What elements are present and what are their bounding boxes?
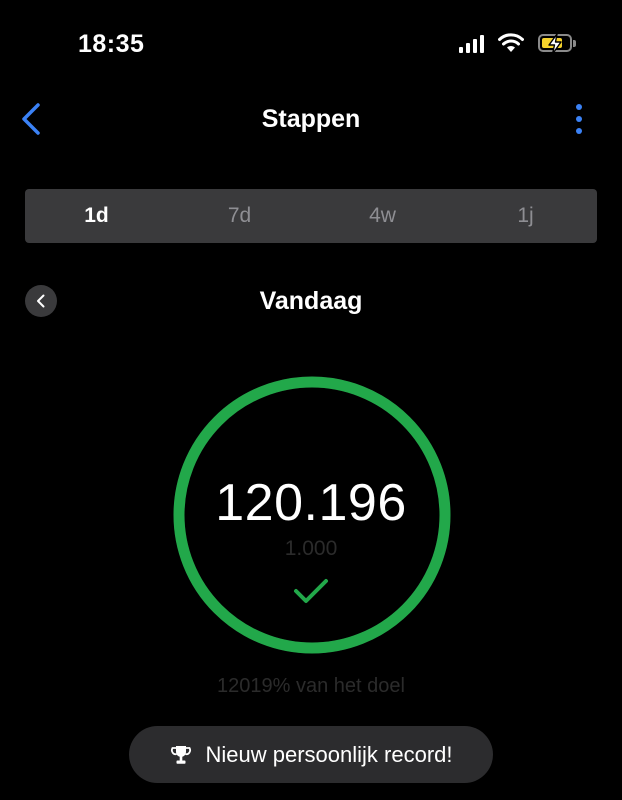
more-options-button[interactable] bbox=[574, 104, 584, 134]
day-title: Vandaag bbox=[259, 287, 363, 315]
toast-message: Nieuw persoonlijk record! bbox=[205, 741, 453, 767]
battery-charging-icon bbox=[538, 33, 576, 55]
page-title: Stappen bbox=[261, 105, 361, 133]
step-goal: 1.000 bbox=[284, 537, 338, 560]
status-time: 18:35 bbox=[78, 30, 145, 58]
tab-1d[interactable]: 1d bbox=[25, 189, 168, 243]
step-count: 120.196 bbox=[215, 474, 407, 532]
tab-7d[interactable]: 7d bbox=[168, 189, 311, 243]
personal-record-toast[interactable]: Nieuw persoonlijk record! bbox=[129, 726, 493, 783]
goal-percentage: 12019% van het doel bbox=[217, 675, 405, 697]
charging-bolt-icon bbox=[548, 33, 562, 55]
tab-4w[interactable]: 4w bbox=[311, 189, 454, 243]
status-icons bbox=[459, 33, 576, 55]
trophy-icon bbox=[170, 745, 191, 764]
tab-1j[interactable]: 1j bbox=[454, 189, 597, 243]
wifi-icon bbox=[498, 33, 524, 52]
cellular-signal-icon bbox=[459, 33, 484, 53]
period-segmented-control: 1d 7d 4w 1j bbox=[25, 189, 597, 243]
steps-screen: 18:35 Stappen 1d 7d 4w 1j Vandaag 120.19… bbox=[0, 0, 622, 800]
vertical-ellipsis-icon bbox=[576, 104, 582, 110]
checkmark-icon bbox=[294, 579, 328, 603]
